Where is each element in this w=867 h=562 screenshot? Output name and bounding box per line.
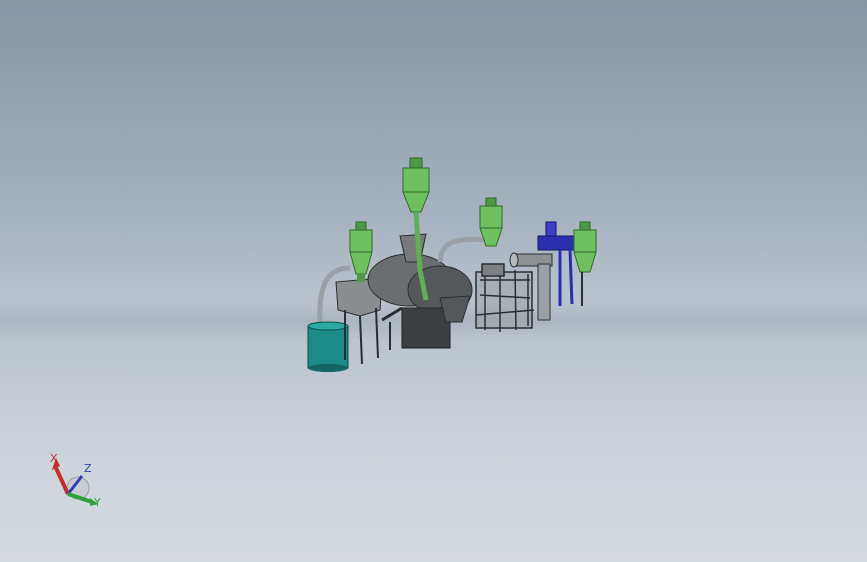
graphics-viewport[interactable]: X Z Y xyxy=(0,0,867,562)
triad-x-label: X xyxy=(50,452,58,465)
triad-y-label: Y xyxy=(93,496,101,509)
triad-x-axis xyxy=(54,467,70,495)
triad-z-label: Z xyxy=(84,462,92,475)
cyclone-far-right[interactable] xyxy=(573,221,597,306)
sorting-frame[interactable] xyxy=(475,263,535,332)
pipe-middle xyxy=(437,236,491,263)
cad-assembly-model[interactable] xyxy=(290,150,620,380)
cyclone-right-middle[interactable] xyxy=(479,197,503,247)
collection-tank[interactable] xyxy=(307,321,349,372)
reference-triad: X Z Y xyxy=(50,452,101,509)
cyclone-left[interactable] xyxy=(349,221,373,282)
